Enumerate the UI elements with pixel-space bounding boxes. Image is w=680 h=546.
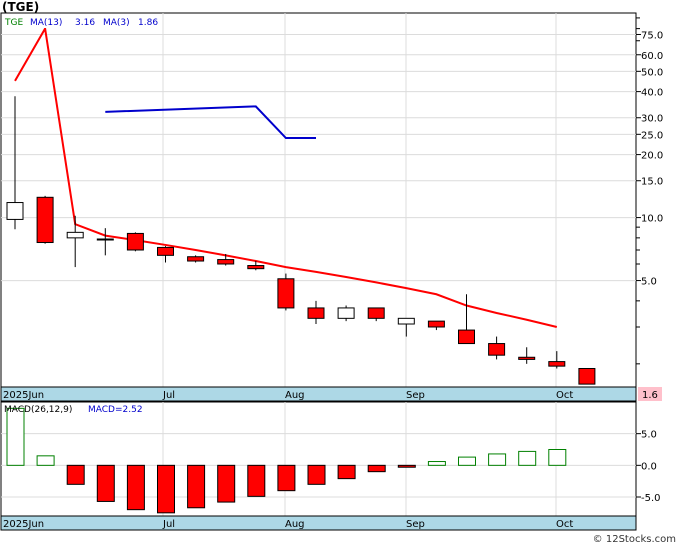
candle-body-up: [66, 231, 84, 239]
x-axis-label: Jul: [162, 519, 175, 530]
macd-bar-positive: [427, 461, 446, 466]
macd-legend-value: MACD=2.52: [88, 405, 143, 415]
macd-tick-label: -5.0: [641, 493, 661, 504]
candle-body-down: [578, 367, 596, 385]
macd-bar-positive: [36, 455, 55, 466]
macd-bar-negative: [66, 464, 85, 485]
macd-x-axis-band: [0, 515, 637, 531]
stock-chart: 75.0 60.0 50.0 40.0 30.0 25.0 20.0 15.0 10.0 5.0 …: [0, 12, 663, 531]
candle: [36, 195, 54, 244]
macd-bar-positive: [488, 453, 507, 466]
price-tick-label: 20.0: [641, 151, 663, 162]
macd-tick-label: 0.0: [641, 461, 657, 472]
macd-bar-negative: [397, 464, 416, 468]
candle-body-down: [367, 307, 385, 319]
candle-body-up: [96, 238, 114, 241]
candle: [337, 305, 355, 322]
candle: [277, 273, 295, 311]
candle-body-down: [157, 246, 174, 256]
macd-bar-negative: [367, 464, 386, 473]
price-tick-label: 50.0: [641, 67, 663, 78]
candle-body-down: [217, 259, 235, 265]
candle-body-down: [548, 361, 566, 367]
footer-copyright: © 12Stocks.com: [592, 534, 676, 545]
legend-ma13-label: MA(13): [30, 18, 62, 28]
macd-bar-positive: [548, 449, 567, 466]
candle-body-down: [488, 343, 506, 356]
candle-body-down: [247, 265, 265, 270]
legend-symbol: TGE: [4, 18, 23, 28]
candle-body-down: [36, 196, 54, 244]
x-axis-label: Aug: [285, 519, 305, 530]
candle: [578, 367, 596, 385]
price-panel: [0, 12, 637, 388]
last-price-label: 1.6: [642, 390, 658, 401]
candle: [187, 255, 205, 263]
macd-bar-negative: [247, 464, 266, 497]
macd-bar-negative: [307, 464, 326, 485]
x-axis-label: Sep: [406, 519, 425, 530]
macd-bar-negative: [157, 464, 175, 514]
price-tick-label: 75.0: [641, 30, 663, 41]
candle-body-down: [518, 356, 536, 360]
macd-bar-positive: [518, 450, 537, 466]
x-axis-label: Jul: [162, 390, 175, 401]
x-axis-label: Oct: [556, 519, 573, 530]
x-axis-label: Aug: [285, 390, 305, 401]
price-tick-label: 5.0: [641, 277, 657, 288]
candle-body-down: [307, 307, 325, 319]
candle-body-down: [458, 329, 475, 345]
candle-body-up: [337, 307, 355, 319]
price-tick-label: 15.0: [641, 177, 663, 188]
macd-bar-negative: [187, 464, 206, 509]
candle-body-up: [6, 202, 24, 220]
macd-bar-negative: [126, 464, 145, 511]
legend-ma3-label: MA(3): [103, 18, 130, 28]
legend-ma13-value: 3.16: [75, 18, 95, 28]
price-tick-label: 40.0: [641, 88, 663, 99]
price-x-axis-band: [0, 386, 637, 402]
x-axis-label: 2025Jun: [3, 519, 44, 530]
price-y-axis: 75.0 60.0 50.0 40.0 30.0 25.0 20.0 15.0 10.0 5.0: [636, 17, 663, 365]
price-tick-label: 10.0: [641, 214, 663, 225]
candle: [126, 232, 144, 252]
candle-body-down: [187, 256, 205, 262]
macd-bar-positive: [6, 407, 25, 466]
candle-body-up: [397, 317, 415, 325]
candle-body-down: [126, 232, 144, 251]
macd-panel: [0, 401, 637, 517]
macd-y-axis: 5.0 0.0 -5.0: [636, 430, 661, 504]
x-axis-label: 2025Jun: [3, 390, 44, 401]
price-tick-label: 30.0: [641, 114, 663, 125]
macd-legend-label: MACD(26,12,9): [4, 405, 72, 415]
candle-body-down: [277, 278, 295, 309]
macd-bar-negative: [96, 464, 115, 502]
price-tick-label: 25.0: [641, 130, 663, 141]
macd-bar-negative: [277, 464, 296, 492]
price-tick-label: 60.0: [641, 51, 663, 62]
x-axis-label: Oct: [556, 390, 573, 401]
macd-tick-label: 5.0: [641, 430, 657, 441]
candle-body-down: [427, 320, 445, 328]
legend-ma3-value: 1.86: [138, 18, 158, 28]
macd-bar-negative: [217, 464, 236, 503]
macd-bar-negative: [337, 464, 356, 480]
macd-bar-positive: [458, 456, 476, 466]
x-axis-label: Sep: [406, 390, 425, 401]
